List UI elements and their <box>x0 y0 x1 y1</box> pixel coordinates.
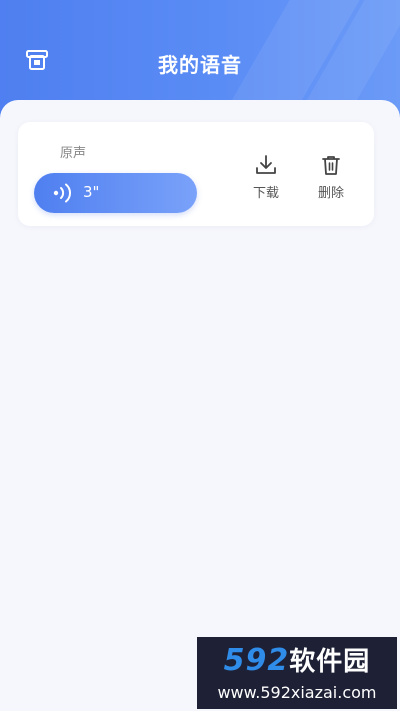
delete-button[interactable]: 删除 <box>311 154 351 201</box>
voice-duration: 3" <box>83 183 100 201</box>
trash-icon <box>322 156 340 175</box>
watermark-brand: 592软件园 <box>197 641 397 678</box>
sound-wave-icon <box>53 183 72 203</box>
download-icon <box>256 155 276 174</box>
voice-item-card: 原声 3" 下载 删除 <box>18 122 374 226</box>
watermark-number: 592 <box>223 643 290 678</box>
download-label: 下载 <box>252 186 279 201</box>
watermark-url: www.592xiazai.com <box>217 683 377 702</box>
watermark-text: 软件园 <box>289 647 371 677</box>
voice-type-label: 原声 <box>60 146 87 161</box>
download-button[interactable]: 下载 <box>246 154 286 201</box>
play-voice-button[interactable]: 3" <box>34 173 197 213</box>
site-watermark: 592软件园 www.592xiazai.com <box>197 637 397 709</box>
delete-label: 删除 <box>317 186 344 201</box>
page-title: 我的语音 <box>158 53 242 77</box>
